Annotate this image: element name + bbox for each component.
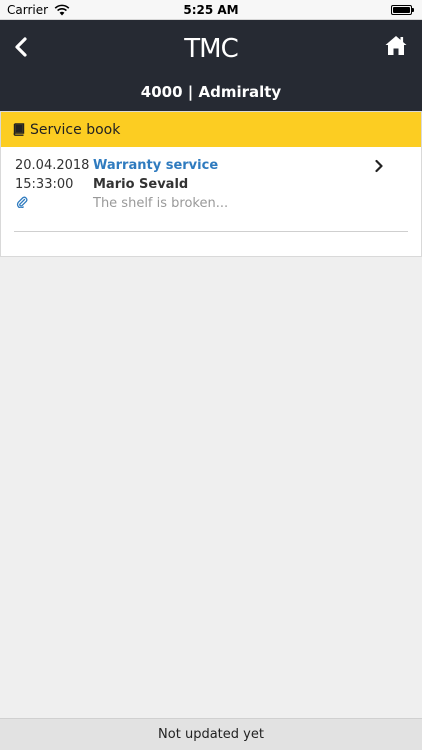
service-book-header: Service book xyxy=(1,112,421,147)
update-status-footer: Not updated yet xyxy=(0,718,422,750)
service-book-card: Service book 20.04.2018 15:33:00 Warrant… xyxy=(0,111,422,257)
entry-description: The shelf is broken... xyxy=(93,196,229,211)
service-entry[interactable]: 20.04.2018 15:33:00 Warranty service Mar… xyxy=(1,147,421,231)
book-icon xyxy=(13,123,25,136)
status-bar: Carrier 5:25 AM xyxy=(0,0,422,20)
status-time: 5:25 AM xyxy=(183,3,239,17)
paperclip-icon xyxy=(16,196,28,208)
service-book-title: Service book xyxy=(30,121,121,138)
entry-technician: Mario Sevald xyxy=(93,177,189,192)
entry-service-type: Warranty service xyxy=(93,158,219,173)
home-icon[interactable] xyxy=(384,34,408,56)
chevron-right-icon xyxy=(375,159,383,173)
tmc-logo: TMC xyxy=(184,34,238,64)
entry-time: 15:33:00 xyxy=(15,177,74,192)
battery-icon xyxy=(391,5,414,15)
divider xyxy=(14,231,408,232)
entry-date: 20.04.2018 xyxy=(15,158,90,173)
navigation-bar: TMC 4000 | Admiralty xyxy=(0,20,422,111)
page-title: 4000 | Admiralty xyxy=(140,83,282,101)
